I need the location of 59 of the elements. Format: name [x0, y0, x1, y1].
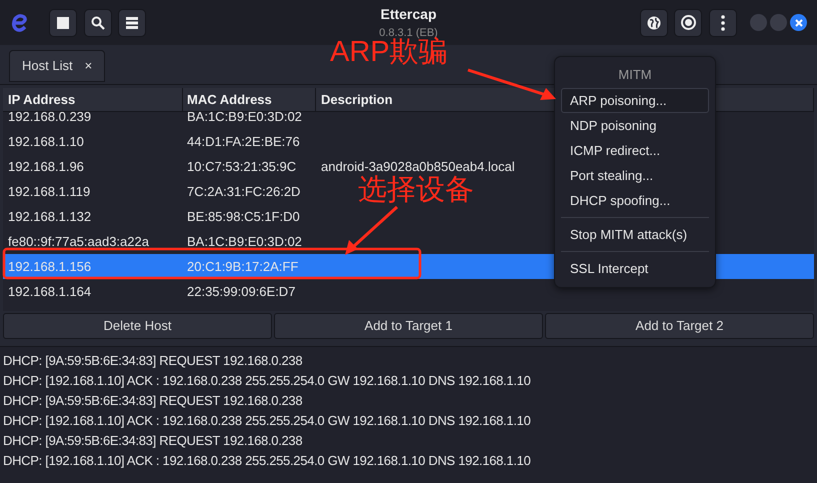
menu-icon: [720, 14, 725, 30]
tab[interactable]: Host List ×: [9, 50, 106, 82]
tab-label: Host List: [22, 57, 73, 76]
column-header[interactable]: IP Address: [3, 88, 183, 111]
record-button[interactable]: [674, 8, 702, 36]
table-cell: 192.168.1.119: [8, 184, 90, 199]
menu-item[interactable]: NDP poisoning: [561, 112, 709, 138]
mitm-button[interactable]: [640, 8, 668, 36]
square-icon: [57, 16, 70, 28]
table-cell: fe80::9f:77a5:aad3:a22a: [8, 234, 149, 249]
menu-button[interactable]: [708, 8, 737, 36]
log-line: DHCP: [192.168.1.10] ACK : 192.168.0.238 255.255.254.0 GW 192.168.1.10 DNS 192.168.1.10: [3, 373, 531, 388]
table-cell: 44:D1:FA:2E:BE:76: [187, 134, 300, 149]
stop-button[interactable]: [49, 8, 78, 36]
table-cell: 192.168.1.132: [8, 208, 92, 224]
action-button[interactable]: Delete Host: [3, 313, 272, 339]
table-cell: BA:1C:B9:E0:3D:02: [187, 112, 302, 124]
table-cell: BE:85:98:C5:1F:D0: [187, 208, 300, 224]
table-cell: 20:C1:9B:17:2A:FF: [187, 258, 298, 274]
close-icon[interactable]: ×: [84, 56, 92, 76]
action-button[interactable]: Add to Target 2: [545, 313, 814, 339]
record-icon: [680, 15, 696, 30]
log-line: DHCP: [192.168.1.10] ACK : 192.168.0.238 255.255.254.0 GW 192.168.1.10 DNS 192.168.1.10: [3, 453, 531, 468]
table-cell: 22:35:99:09:6E:D7: [187, 284, 296, 299]
hosts-button[interactable]: [118, 8, 146, 36]
close-icon: [794, 18, 803, 26]
annotation-arrow: [345, 206, 398, 255]
version-label: 0.8.3.1 (EB): [379, 26, 438, 39]
menu-item[interactable]: DHCP spoofing...: [561, 188, 709, 212]
annotation-label: 选择设备: [358, 176, 474, 205]
table-cell: 192.168.1.96: [8, 158, 84, 174]
globe-icon: [646, 16, 661, 30]
menu-item[interactable]: ICMP redirect...: [561, 138, 709, 162]
annotation-label: ARP欺骗: [330, 38, 448, 67]
action-button[interactable]: Add to Target 1: [274, 313, 543, 339]
app-logo-icon: [10, 12, 30, 34]
log-line: DHCP: [9A:59:5B:6E:34:83] REQUEST 192.168.0.238: [3, 433, 302, 448]
menu-item[interactable]: SSL Intercept: [561, 256, 709, 280]
column-header[interactable]: MAC Address: [183, 88, 316, 111]
close-button[interactable]: [790, 14, 808, 31]
log-line: DHCP: [9A:59:5B:6E:34:83] REQUEST 192.168.0.238: [3, 353, 302, 368]
table-cell: 192.168.1.10: [8, 134, 84, 149]
menu-item[interactable]: Port stealing...: [561, 162, 709, 188]
table-cell: 192.168.1.164: [8, 284, 92, 299]
log-line: DHCP: [9A:59:5B:6E:34:83] REQUEST 192.168.0.238: [3, 393, 302, 408]
table-cell: 192.168.0.239: [8, 112, 92, 124]
menu-item[interactable]: Stop MITM attack(s): [561, 222, 709, 246]
menu-title: MITM: [617, 66, 653, 84]
table-cell: 10:C7:53:21:35:9C: [187, 158, 296, 174]
menu-item[interactable]: ARP poisoning...: [561, 88, 709, 112]
table-cell: 192.168.1.156: [8, 258, 92, 274]
server-icon: [125, 16, 140, 30]
window-title: Ettercap: [379, 5, 438, 24]
search-button[interactable]: [84, 8, 112, 36]
log-line: DHCP: [192.168.1.10] ACK : 192.168.0.238 255.255.254.0 GW 192.168.1.10 DNS 192.168.1.10: [3, 413, 531, 428]
table-cell: android-3a9028a0b850eab4.local: [321, 158, 515, 174]
table-cell: BA:1C:B9:E0:3D:02: [187, 234, 302, 249]
search-icon: [90, 16, 105, 30]
table-cell: 7C:2A:31:FC:26:2D: [187, 184, 300, 199]
